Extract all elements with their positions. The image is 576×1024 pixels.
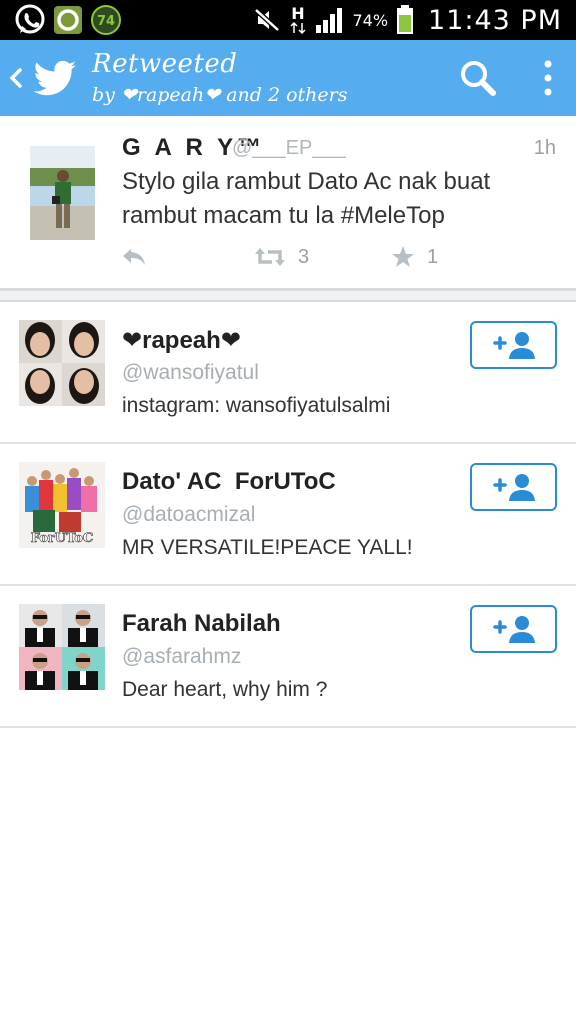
battery-percent: 74% bbox=[352, 10, 389, 30]
user-avatar[interactable]: ForUToC bbox=[19, 462, 105, 548]
tweet-author-handle[interactable]: @___EP___ bbox=[232, 137, 346, 160]
retweet-count: 3 bbox=[298, 245, 310, 268]
battery-icon bbox=[397, 5, 414, 34]
user-bio: instagram: wansofiyatulsalmi bbox=[122, 394, 391, 417]
user-name[interactable]: Dato' AC ForUToC bbox=[122, 468, 336, 496]
svg-text:H: H bbox=[292, 4, 305, 23]
user-name[interactable]: ❤rapeah❤ bbox=[122, 326, 241, 355]
list-item[interactable]: ForUToC Dato' AC ForUToC @datoacmizal MR… bbox=[0, 444, 576, 586]
tweet-author-avatar[interactable] bbox=[30, 146, 95, 240]
star-icon bbox=[392, 246, 414, 267]
search-icon[interactable] bbox=[458, 58, 498, 98]
svg-text:ForUToC: ForUToC bbox=[31, 531, 94, 546]
section-divider bbox=[0, 288, 576, 302]
user-handle: @datoacmizal bbox=[122, 503, 256, 526]
add-user-icon bbox=[492, 474, 535, 501]
twitter-bird-icon[interactable] bbox=[34, 57, 78, 99]
follow-button[interactable] bbox=[470, 605, 557, 653]
add-user-icon bbox=[492, 332, 535, 359]
list-item[interactable]: Farah Nabilah @asfarahmz Dear heart, why… bbox=[0, 586, 576, 728]
list-item[interactable]: ❤rapeah❤ @wansofiyatul instagram: wansof… bbox=[0, 302, 576, 444]
add-user-icon bbox=[492, 616, 535, 643]
user-handle: @wansofiyatul bbox=[122, 361, 259, 384]
signal-icon bbox=[316, 8, 343, 33]
tweet-timestamp: 1h bbox=[533, 137, 556, 159]
empty-space bbox=[0, 728, 576, 1024]
follow-button[interactable] bbox=[470, 321, 557, 369]
clock: 11:43 PM bbox=[428, 4, 562, 36]
overflow-menu-icon[interactable] bbox=[538, 58, 558, 98]
action-bar: Retweeted by ❤rapeah❤ and 2 others bbox=[0, 40, 576, 116]
badge-counter-icon: 74 bbox=[91, 5, 121, 35]
user-bio: Dear heart, why him ? bbox=[122, 678, 328, 701]
favorite-count: 1 bbox=[427, 245, 439, 268]
mute-icon bbox=[254, 8, 281, 32]
user-avatar[interactable] bbox=[19, 604, 105, 690]
retweet-icon bbox=[255, 248, 285, 266]
tweet-text: Stylo gila rambut Dato Ac nak buat rambu… bbox=[122, 168, 491, 229]
follow-button[interactable] bbox=[470, 463, 557, 511]
favorite-button[interactable]: 1 bbox=[391, 242, 438, 272]
user-name[interactable]: Farah Nabilah bbox=[122, 610, 281, 638]
retweet-button[interactable]: 3 bbox=[254, 242, 309, 272]
reply-button[interactable] bbox=[120, 242, 148, 272]
user-avatar[interactable] bbox=[19, 320, 105, 406]
status-bar: 74 H 74% 11:43 PM bbox=[0, 0, 576, 40]
svg-text:74: 74 bbox=[97, 14, 115, 29]
screen-title: Retweeted bbox=[92, 49, 238, 79]
user-bio: MR VERSATILE!PEACE YALL! bbox=[122, 536, 413, 559]
back-chevron-icon[interactable] bbox=[8, 64, 24, 92]
screen-subtitle: by ❤rapeah❤ and 2 others bbox=[92, 84, 348, 106]
green-app-icon bbox=[54, 6, 82, 34]
whatsapp-icon bbox=[15, 4, 45, 34]
tweet-card[interactable]: G A R Y™ @___EP___ 1h Stylo gila rambut … bbox=[0, 116, 576, 288]
user-handle: @asfarahmz bbox=[122, 645, 242, 668]
network-h-icon: H bbox=[290, 4, 306, 35]
reply-icon bbox=[123, 249, 145, 265]
